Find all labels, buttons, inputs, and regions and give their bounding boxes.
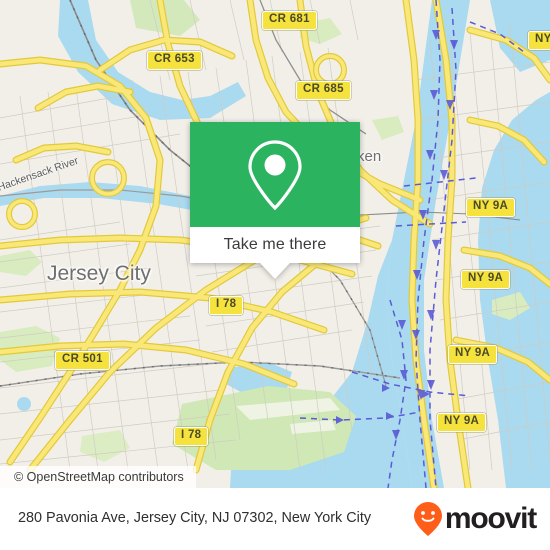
shield-i-78-lower: I 78 bbox=[174, 427, 209, 446]
shield-ny-top: NY bbox=[528, 31, 550, 50]
shield-ny-9a-bottom: NY 9A bbox=[437, 413, 487, 432]
shield-i-78-upper: I 78 bbox=[209, 296, 244, 315]
shield-ny-9a-upper: NY 9A bbox=[466, 198, 516, 217]
callout-pin-area bbox=[190, 122, 360, 227]
callout-action-bar[interactable]: Take me there bbox=[190, 227, 360, 263]
callout-pointer-tail bbox=[260, 263, 290, 279]
moovit-wordmark: moovit bbox=[444, 502, 537, 535]
shield-cr-653: CR 653 bbox=[147, 51, 202, 70]
shield-cr-501: CR 501 bbox=[55, 351, 110, 370]
place-label-hoboken: ken bbox=[357, 148, 382, 165]
shield-ny-9a-lower: NY 9A bbox=[448, 345, 498, 364]
shield-ny-9a-mid: NY 9A bbox=[461, 270, 511, 289]
place-label-jersey-city: Jersey City bbox=[47, 262, 151, 285]
moovit-logo[interactable]: moovit bbox=[413, 501, 537, 537]
map-attribution[interactable]: © OpenStreetMap contributors bbox=[0, 466, 196, 488]
shield-cr-681: CR 681 bbox=[262, 11, 317, 30]
map-canvas[interactable]: Jersey City ken Hackensack River CR 681 … bbox=[0, 0, 550, 488]
map-pin-outline-icon bbox=[248, 139, 302, 210]
take-me-there-label: Take me there bbox=[223, 236, 327, 253]
moovit-smiley-pin-icon bbox=[413, 502, 442, 536]
address-text: 280 Pavonia Ave, Jersey City, NJ 07302, … bbox=[18, 510, 372, 527]
map-result-page: Jersey City ken Hackensack River CR 681 … bbox=[0, 0, 550, 550]
destination-callout-card[interactable]: Take me there bbox=[190, 122, 360, 279]
result-footer: 280 Pavonia Ave, Jersey City, NJ 07302, … bbox=[0, 488, 550, 550]
shield-cr-685: CR 685 bbox=[296, 81, 351, 100]
